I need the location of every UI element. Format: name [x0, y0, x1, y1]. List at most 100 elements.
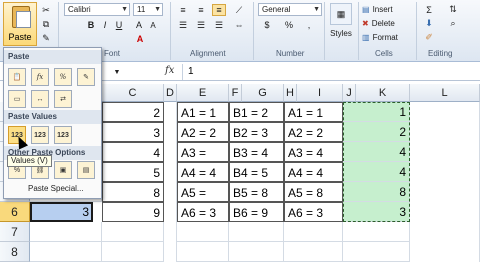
formulas-icon[interactable]: fx: [31, 68, 49, 86]
cell[interactable]: A2 = 2: [284, 122, 343, 142]
comma-button[interactable]: ,: [302, 19, 316, 31]
cell[interactable]: 9: [102, 202, 164, 222]
column-header-i[interactable]: I: [297, 84, 343, 102]
cell[interactable]: B5 = 8: [229, 182, 284, 202]
cell[interactable]: 3: [102, 122, 164, 142]
autosum-icon[interactable]: Σ: [422, 3, 436, 16]
bold-button[interactable]: B: [85, 19, 97, 31]
no-borders-icon[interactable]: ▭: [8, 90, 26, 108]
cell[interactable]: A3 =: [177, 142, 229, 162]
cell[interactable]: A6 = 3: [177, 202, 229, 222]
shrink-font-icon[interactable]: A: [147, 19, 159, 31]
find-select-icon[interactable]: ⌕: [446, 17, 460, 30]
insert-button[interactable]: ▤ Insert: [362, 3, 414, 16]
values-number-format-icon[interactable]: 123: [31, 126, 49, 144]
format-painter-icon[interactable]: ✎: [40, 32, 52, 44]
font-size-dropdown[interactable]: 11 ▼: [133, 3, 163, 16]
cell[interactable]: 1: [343, 102, 410, 122]
cell[interactable]: A2 = 2: [177, 122, 229, 142]
column-header-e[interactable]: E: [177, 84, 229, 102]
paste-special-link[interactable]: Paste Special...: [28, 184, 84, 193]
cell[interactable]: 2: [102, 102, 164, 122]
cell[interactable]: [343, 242, 410, 262]
cell[interactable]: A1 = 1: [177, 102, 229, 122]
styles-icon[interactable]: ▦: [330, 3, 352, 25]
cell[interactable]: A6 = 3: [284, 202, 343, 222]
fill-icon[interactable]: ⬇: [422, 17, 436, 30]
format-button[interactable]: ▥ Format: [362, 31, 414, 44]
fx-icon[interactable]: fx: [165, 65, 174, 76]
align-right-icon[interactable]: ☰: [212, 19, 226, 31]
column-header-d[interactable]: D: [164, 84, 177, 102]
picture-icon[interactable]: ▣: [54, 161, 72, 179]
cell[interactable]: [343, 222, 410, 242]
cell[interactable]: 2: [343, 122, 410, 142]
font-name-dropdown[interactable]: Calibri ▼: [64, 3, 130, 16]
cell[interactable]: [229, 242, 284, 262]
cell[interactable]: [30, 242, 102, 262]
paste-button[interactable]: Paste: [3, 2, 37, 46]
cell[interactable]: B1 = 2: [229, 102, 284, 122]
column-header-c[interactable]: C: [102, 84, 164, 102]
cell[interactable]: B6 = 9: [229, 202, 284, 222]
italic-button[interactable]: I: [99, 19, 111, 31]
paste-icon[interactable]: 📋: [8, 68, 26, 86]
percent-button[interactable]: %: [282, 19, 296, 31]
underline-button[interactable]: U: [113, 19, 125, 31]
cell[interactable]: B4 = 5: [229, 162, 284, 182]
cell[interactable]: [284, 242, 343, 262]
chevron-down-icon[interactable]: ▼: [112, 66, 122, 78]
delete-button[interactable]: ✖ Delete: [362, 17, 414, 30]
keep-source-format-icon[interactable]: ✎: [77, 68, 95, 86]
column-header-j[interactable]: J: [343, 84, 356, 102]
values-source-format-icon[interactable]: 123: [54, 126, 72, 144]
column-header-f[interactable]: F: [229, 84, 242, 102]
linked-picture-icon[interactable]: ▤: [77, 161, 95, 179]
cell[interactable]: [30, 222, 102, 242]
cell[interactable]: A4 = 4: [177, 162, 229, 182]
cell[interactable]: 4: [102, 142, 164, 162]
cell[interactable]: B3 = 4: [229, 142, 284, 162]
row-header-8[interactable]: 8: [0, 242, 30, 262]
formulas-number-format-icon[interactable]: %: [54, 68, 72, 86]
cell[interactable]: [284, 222, 343, 242]
font-color-icon[interactable]: A: [133, 33, 147, 45]
column-header-k[interactable]: K: [356, 84, 410, 102]
formula-input[interactable]: 1: [182, 64, 480, 80]
currency-button[interactable]: $: [260, 19, 274, 31]
keep-width-icon[interactable]: ↔: [31, 90, 49, 108]
cell[interactable]: [229, 222, 284, 242]
cell[interactable]: A5 =: [177, 182, 229, 202]
sort-filter-icon[interactable]: ⇅: [446, 3, 460, 16]
column-l-cells[interactable]: [410, 102, 480, 262]
cut-icon[interactable]: ✂: [40, 4, 52, 16]
align-top-icon[interactable]: ≡: [176, 4, 190, 16]
column-d-cells[interactable]: [164, 102, 177, 262]
orientation-icon[interactable]: ⟋: [232, 4, 246, 16]
cell[interactable]: [177, 222, 229, 242]
number-format-dropdown[interactable]: General ▼: [258, 3, 322, 16]
cell[interactable]: [102, 222, 164, 242]
column-header-l[interactable]: L: [410, 84, 480, 102]
align-middle-icon[interactable]: ≡: [194, 4, 208, 16]
cell[interactable]: 5: [102, 162, 164, 182]
row-header-6[interactable]: 6: [0, 202, 30, 222]
cell[interactable]: A4 = 4: [284, 162, 343, 182]
cell[interactable]: 4: [343, 162, 410, 182]
cell[interactable]: 4: [343, 142, 410, 162]
column-header-h[interactable]: H: [284, 84, 297, 102]
cell[interactable]: [102, 242, 164, 262]
cell[interactable]: A3 = 4: [284, 142, 343, 162]
cell[interactable]: A1 = 1: [284, 102, 343, 122]
align-center-icon[interactable]: ☰: [194, 19, 208, 31]
grow-font-icon[interactable]: A: [133, 19, 145, 31]
copy-icon[interactable]: ⧉: [40, 18, 52, 30]
transpose-icon[interactable]: ⇄: [54, 90, 72, 108]
clear-icon[interactable]: ✐: [422, 31, 436, 44]
align-left-icon[interactable]: ☰: [176, 19, 190, 31]
cell[interactable]: A5 = 8: [284, 182, 343, 202]
cell[interactable]: 8: [343, 182, 410, 202]
cell[interactable]: 8: [102, 182, 164, 202]
merge-center-icon[interactable]: ⇔: [232, 19, 246, 31]
cell[interactable]: [177, 242, 229, 262]
